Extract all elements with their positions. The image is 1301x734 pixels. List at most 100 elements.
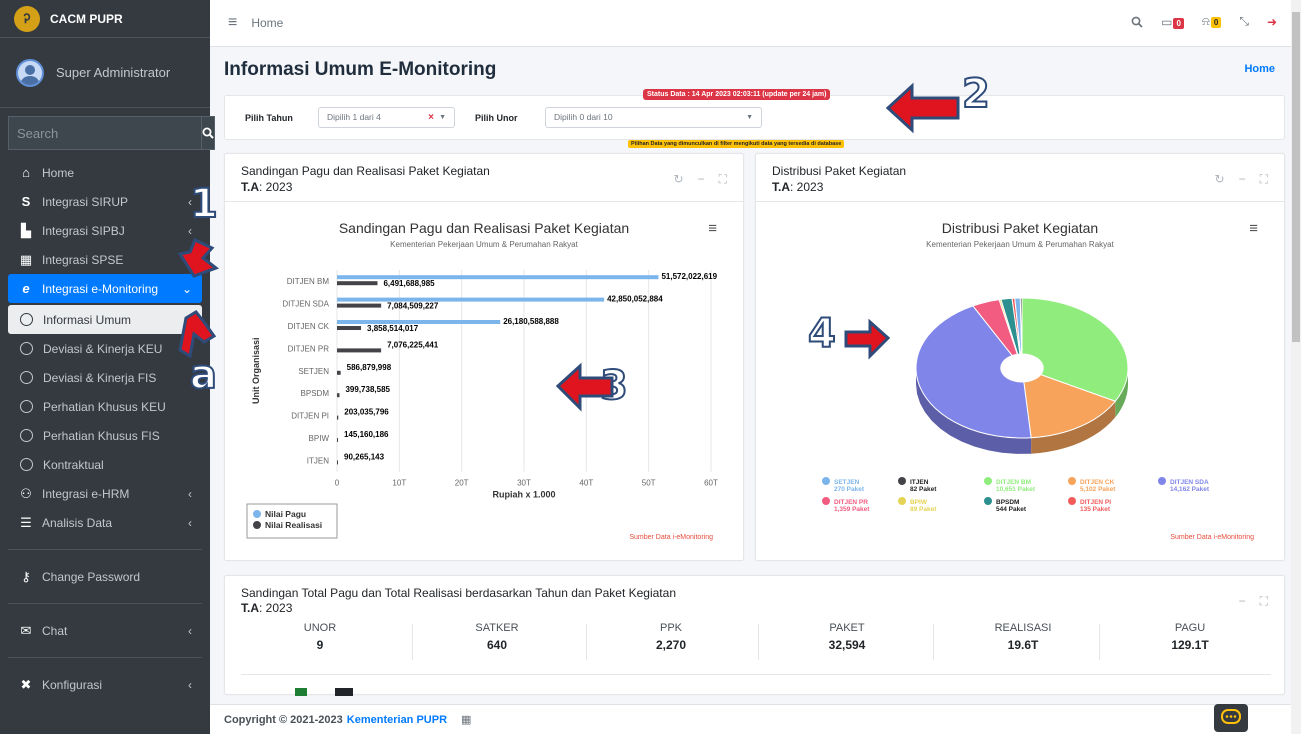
tahun-label: Pilih Tahun [245, 113, 293, 123]
sidebar-item-analisis[interactable]: ☰ Analisis Data ‹ [8, 508, 202, 537]
ta-value: : 2023 [259, 601, 293, 615]
sidebar-item-label: Perhatian Khusus FIS [43, 428, 160, 443]
sidebar-item-change-password[interactable]: ⚷ Change Password [8, 562, 202, 591]
card-tools: − ⛶ [1239, 594, 1268, 609]
clear-icon[interactable]: × [428, 108, 434, 127]
caret-down-icon: ▼ [746, 114, 753, 121]
legend-value: 544 Paket [996, 506, 1027, 513]
data-label: 399,738,585 [345, 385, 390, 394]
logout-icon[interactable]: ➜ [1267, 15, 1277, 29]
collapse-icon[interactable]: − [1239, 594, 1246, 609]
legend-marker [1068, 477, 1076, 485]
tahun-select-value: Dipilih 1 dari 4 [327, 112, 381, 122]
bar-chart: 0 10T 20T 30T 40T 50T 60T DITJEN BM 51,572,022,6… [246, 270, 718, 539]
menu-toggle-icon[interactable]: ≡ [228, 14, 237, 32]
sidebar-subitem-informasi-umum[interactable]: Informasi Umum [8, 305, 202, 334]
circle-icon [20, 400, 33, 413]
expand-icon[interactable]: ⛶ [719, 172, 727, 187]
circle-icon [20, 371, 33, 384]
sidebar-subitem-deviasi-fis[interactable]: Deviasi & Kinerja FIS [8, 363, 202, 392]
expand-icon[interactable]: ⛶ [1260, 172, 1268, 187]
stat-label: REALISASI [994, 622, 1052, 634]
sidebar-item-label: Perhatian Khusus KEU [43, 399, 166, 414]
sidebar-item-ehrm[interactable]: ⚇ Integrasi e-HRM ‹ [8, 479, 202, 508]
unor-select[interactable]: Dipilih 0 dari 10 ▼ [545, 107, 762, 128]
collapse-icon[interactable]: − [698, 172, 705, 187]
tahun-select[interactable]: Dipilih 1 dari 4 × ▼ [318, 107, 455, 128]
bar-realisasi [337, 370, 341, 375]
footer: Copyright © 2021-2023 Kementerian PUPR ▦ [210, 704, 1291, 734]
data-label: 3,858,514,017 [367, 324, 419, 333]
legend-value: 1,359 Paket [834, 506, 870, 513]
legend-label: Nilai Realisasi [265, 520, 322, 530]
sidebar-item-home[interactable]: ⌂ Home [8, 158, 202, 187]
topbar-icons: ▭ 0 ⍾ 0 ⤡ ➜ [1131, 14, 1277, 29]
pagu-realisasi-card: Sandingan Pagu dan Realisasi Paket Kegia… [224, 153, 744, 561]
search-input[interactable] [8, 116, 202, 150]
sidebar-item-emonitoring[interactable]: e Integrasi e-Monitoring ⌄ [8, 274, 202, 303]
card-tools: ↻ − ⛶ [1215, 172, 1268, 187]
stat-value: 129.1T [1171, 638, 1209, 652]
excel-export-icon[interactable] [295, 688, 307, 696]
chart-menu-icon[interactable]: ≡ [708, 220, 717, 237]
bar-pagu [337, 320, 501, 324]
legend-marker [253, 510, 261, 518]
sidebar-item-label: Konfigurasi [42, 677, 103, 692]
refresh-icon[interactable]: ↻ [674, 172, 684, 187]
data-label: 145,160,186 [344, 430, 389, 439]
y-tick-label: DITJEN CK [288, 322, 330, 331]
breadcrumb-home[interactable]: Home [1244, 63, 1275, 75]
sidebar-subitem-deviasi-keu[interactable]: Deviasi & Kinerja KEU [8, 334, 202, 363]
home-icon: ⌂ [22, 165, 30, 180]
messages-icon[interactable]: ▭ 0 [1161, 15, 1184, 29]
sidebar-item-chat[interactable]: ✉ Chat ‹ [8, 616, 202, 645]
search-icon[interactable] [1131, 16, 1143, 28]
legend-value: 10,651 Paket [996, 486, 1036, 493]
y-tick-label: BPSDM [301, 389, 330, 398]
chevron-down-icon: ⌄ [181, 281, 192, 296]
topbar-breadcrumb[interactable]: Home [251, 16, 283, 30]
chevron-left-icon: ‹ [188, 677, 192, 692]
refresh-icon[interactable]: ↻ [1215, 172, 1225, 187]
scrollbar[interactable] [1291, 0, 1301, 734]
sidebar-item-spse[interactable]: ▦ Integrasi SPSE [8, 245, 202, 274]
stat-pagu: PAGU 129.1T [1105, 622, 1275, 652]
bell-icon[interactable]: ⍾ 0 [1202, 14, 1222, 29]
legend-marker [898, 477, 906, 485]
sidebar-item-label: Integrasi SIPBJ [42, 223, 125, 238]
sidebar-subitem-perhatian-fis[interactable]: Perhatian Khusus FIS [8, 421, 202, 450]
print-icon[interactable] [335, 688, 353, 696]
data-label: 7,076,225,441 [387, 340, 439, 349]
bar-realisasi [337, 393, 340, 398]
building-icon: ▦ [461, 714, 472, 726]
notifications-badge: 0 [1210, 17, 1222, 28]
brand[interactable]: Ꭾ CACM PUPR [0, 0, 210, 38]
circle-icon [20, 429, 33, 442]
circle-icon [20, 342, 33, 355]
sidebar-subitem-kontraktual[interactable]: Kontraktual [8, 450, 202, 479]
card-tools: ↻ − ⛶ [674, 172, 727, 187]
footer-link[interactable]: Kementerian PUPR [347, 714, 447, 726]
legend-label: DITJEN PR [834, 499, 868, 506]
scrollbar-thumb[interactable] [1292, 12, 1300, 342]
sidebar: Ꭾ CACM PUPR Super Administrator ⌂ Home S… [0, 0, 215, 734]
divider [8, 549, 202, 550]
chart-menu-icon[interactable]: ≡ [1249, 220, 1258, 237]
sidebar-item-konfigurasi[interactable]: ✖ Konfigurasi ‹ [8, 670, 202, 699]
ta-label: T.A [241, 180, 259, 194]
sidebar-item-label: Chat [42, 623, 68, 638]
summary-card: Sandingan Total Pagu dan Total Realisasi… [224, 575, 1285, 696]
data-label: 586,879,998 [347, 363, 392, 372]
collapse-icon[interactable]: − [1239, 172, 1246, 187]
sidebar-subitem-perhatian-keu[interactable]: Perhatian Khusus KEU [8, 392, 202, 421]
chat-fab[interactable] [1214, 704, 1248, 732]
legend-marker [253, 521, 261, 529]
sidebar-item-sirup[interactable]: S Integrasi SIRUP ‹ [8, 187, 202, 216]
expand-icon[interactable]: ⛶ [1260, 594, 1268, 609]
sidebar-item-sipbj[interactable]: ▙ Integrasi SIPBJ ‹ [8, 216, 202, 245]
legend-label: DITJEN CK [1080, 479, 1115, 486]
content: Informasi Umum E-Monitoring Home Status … [189, 47, 1291, 696]
user-panel[interactable]: Super Administrator [0, 38, 210, 108]
sidebar-item-label: Analisis Data [42, 515, 113, 530]
fullscreen-icon[interactable]: ⤡ [1239, 14, 1249, 29]
